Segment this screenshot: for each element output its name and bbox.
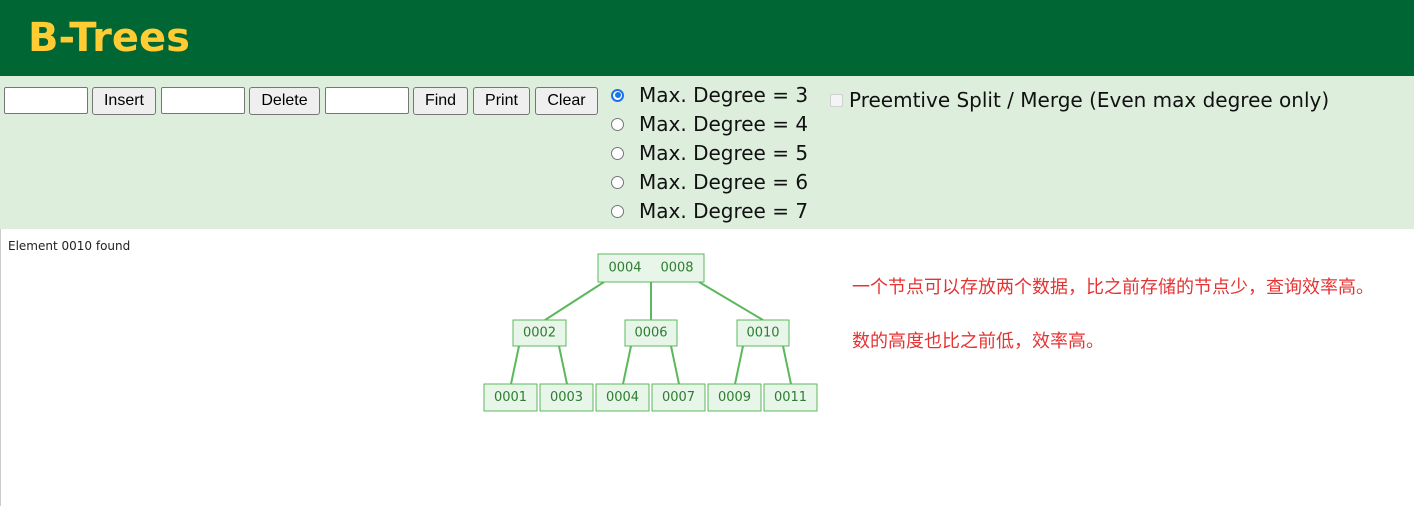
node-key: 0001 [494, 390, 527, 405]
tree-leaf-0001: 0001 [483, 383, 538, 412]
edge-0002-to-leaf-0001 [510, 345, 520, 385]
note-node-capacity: 一个节点可以存放两个数据，比之前存储的节点少，查询效率高。 [852, 277, 1374, 298]
node-key: 0008 [660, 261, 693, 276]
tree-node-0010: 0010 [736, 319, 790, 347]
tree-leaf-0009: 0009 [707, 383, 762, 412]
node-key: 0006 [634, 326, 667, 341]
btree-diagram: 0004 0008 0002 0006 0010 0001 0003 0004 … [483, 253, 818, 412]
node-key: 0002 [523, 326, 556, 341]
tree-node-0006: 0006 [624, 319, 678, 347]
edge-0010-to-leaf-0009 [734, 345, 744, 385]
tree-leaf-0007: 0007 [651, 383, 706, 412]
tree-leaf-0003: 0003 [539, 383, 594, 412]
tree-leaf-0004: 0004 [595, 383, 650, 412]
edge-root-to-node-0010 [698, 281, 764, 321]
edge-0006-to-leaf-0007 [670, 345, 680, 385]
edge-0006-to-leaf-0004 [622, 345, 632, 385]
edge-root-to-node-0002 [544, 281, 605, 321]
node-key: 0010 [746, 326, 779, 341]
tree-leaf-0011: 0011 [763, 383, 818, 412]
edge-0002-to-leaf-0003 [558, 345, 568, 385]
node-key: 0011 [774, 390, 807, 405]
node-key: 0004 [608, 261, 641, 276]
node-key: 0003 [550, 390, 583, 405]
node-key: 0009 [718, 390, 751, 405]
tree-node-0002: 0002 [512, 319, 567, 347]
tree-node-root: 0004 0008 [597, 253, 705, 283]
annotation-notes: 一个节点可以存放两个数据，比之前存储的节点少，查询效率高。 数的高度也比之前低，… [852, 275, 1402, 355]
node-key: 0007 [662, 390, 695, 405]
node-key: 0004 [606, 390, 639, 405]
edge-0010-to-leaf-0011 [782, 345, 792, 385]
note-tree-height: 数的高度也比之前低，效率高。 [852, 331, 1104, 352]
